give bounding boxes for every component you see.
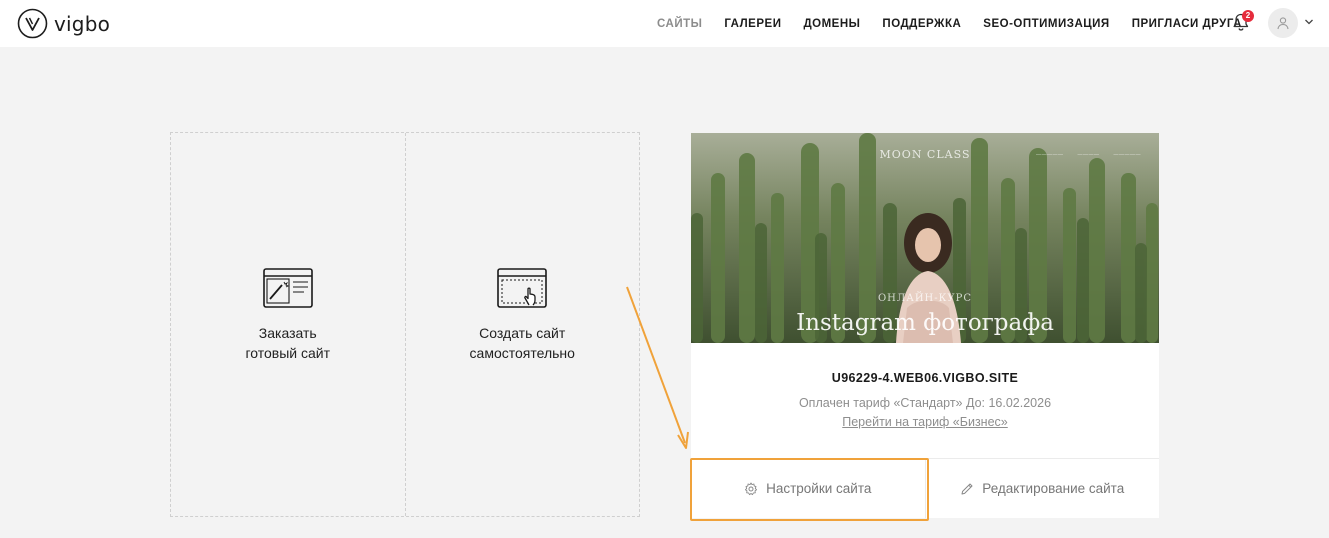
nav-sites[interactable]: САЙТЫ [657,18,702,30]
preview-subtitle: ОНЛАЙН-КУРС [877,293,972,304]
pencil-icon [961,483,973,494]
order-ready-site-button[interactable]: Заказать готовый сайт [171,133,405,516]
avatar[interactable] [1268,8,1298,38]
gear-icon [745,482,758,495]
chevron-down-icon[interactable] [1304,18,1314,26]
site-settings-button[interactable]: Настройки сайта [691,459,925,518]
nav-galleries[interactable]: ГАЛЕРЕИ [724,18,781,30]
nav-domains[interactable]: ДОМЕНЫ [803,18,860,30]
site-preview-image[interactable]: MOON CLASS ————— ———— ————— ОНЛАЙН-КУРС … [691,133,1159,343]
create-site-panels: Заказать готовый сайт Создать сайт самос… [170,132,640,517]
nav-seo[interactable]: SEO-ОПТИМИЗАЦИЯ [983,18,1109,30]
preview-nav-dot: ————— [1113,152,1141,158]
site-domain[interactable]: U96229-4.WEB06.VIGBO.SITE [691,371,1159,385]
upgrade-tariff-link[interactable]: Перейти на тариф «Бизнес» [842,415,1008,429]
preview-nav: ————— ———— ————— [1036,152,1141,158]
hand-pointer-window-icon [497,267,548,308]
nav-invite-friend[interactable]: ПРИГЛАСИ ДРУГА [1132,18,1242,30]
upgrade-tariff-wrap: Перейти на тариф «Бизнес» [691,415,1159,429]
preview-nav-dot: ————— [1036,152,1064,158]
edit-site-label: Редактирование сайта [982,481,1125,496]
main-nav: САЙТЫ ГАЛЕРЕИ ДОМЕНЫ ПОДДЕРЖКА SEO-ОПТИМ… [657,0,1264,47]
site-settings-label: Настройки сайта [766,481,872,496]
edit-site-button[interactable]: Редактирование сайта [924,459,1160,518]
create-site-yourself-label: Создать сайт самостоятельно [469,324,575,361]
logo[interactable]: vigbo [17,8,110,39]
notification-badge: 2 [1242,10,1254,22]
create-site-yourself-button[interactable]: Создать сайт самостоятельно [404,133,640,516]
tariff-status: Оплачен тариф «Стандарт» До: 16.02.2026 [798,396,1052,410]
order-ready-site-label: Заказать готовый сайт [245,324,331,361]
site-card: MOON CLASS ————— ———— ————— ОНЛАЙН-КУРС … [691,133,1159,518]
preview-title: Instagram фотографа [796,310,1054,336]
vigbo-logo-icon [17,8,48,39]
preview-nav-dot: ———— [1077,152,1100,158]
magic-wand-window-icon [262,267,313,308]
top-header: vigbo САЙТЫ ГАЛЕРЕИ ДОМЕНЫ ПОДДЕРЖКА SEO… [0,0,1329,47]
logo-text: vigbo [54,11,111,36]
nav-support[interactable]: ПОДДЕРЖКА [882,18,961,30]
user-icon [1277,17,1289,30]
site-card-actions: Настройки сайта Редактирование сайта [691,458,1159,518]
